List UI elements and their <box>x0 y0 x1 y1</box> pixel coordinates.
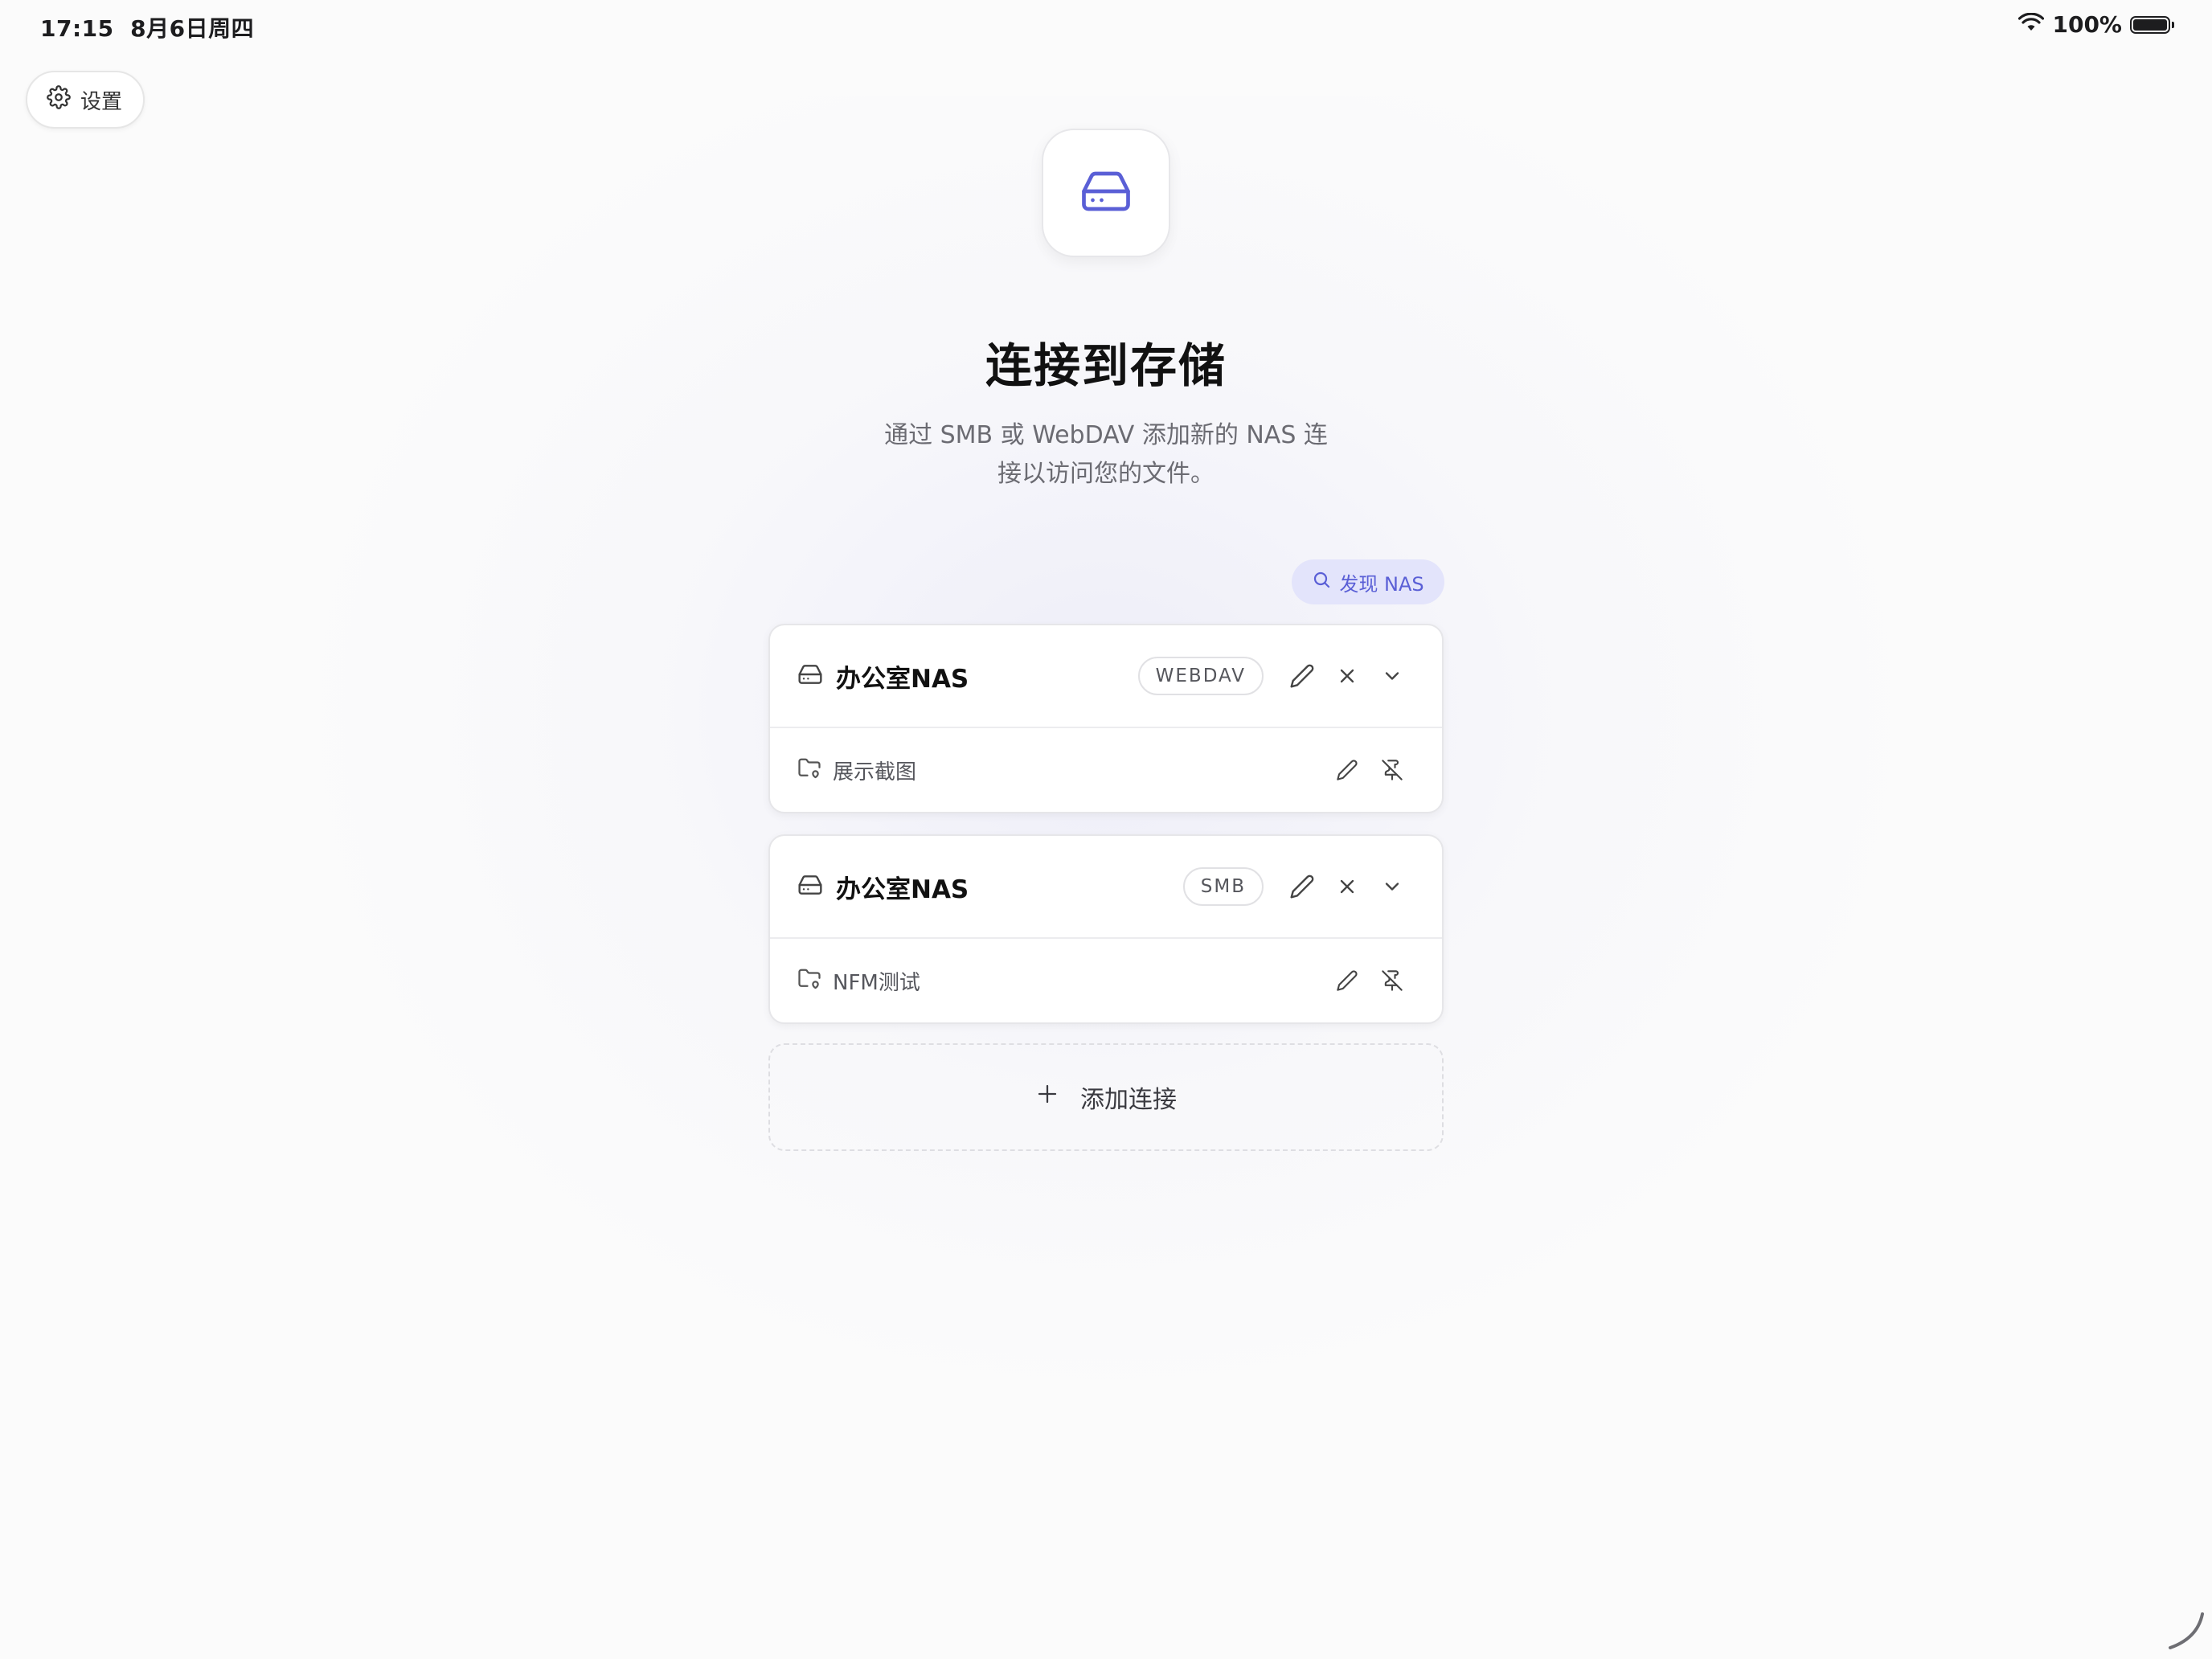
battery-icon <box>2130 15 2174 34</box>
expand-chevron-button[interactable] <box>1370 864 1415 909</box>
add-connection-label: 添加连接 <box>1080 1086 1177 1114</box>
hero-drive-tile <box>1042 129 1170 257</box>
battery-percent: 100% <box>2052 11 2122 38</box>
connection-header[interactable]: 办公室NAS WEBDAV <box>770 625 1442 728</box>
status-indicators: 100% <box>2018 11 2174 38</box>
folder-row[interactable]: 展示截图 <box>770 728 1442 812</box>
status-bar: 17:15 8月6日周四 100% <box>0 0 2212 51</box>
edit-connection-button[interactable] <box>1280 653 1325 698</box>
drive-icon <box>1079 165 1133 221</box>
edit-folder-button[interactable] <box>1325 958 1370 1003</box>
connection-header[interactable]: 办公室NAS SMB <box>770 836 1442 939</box>
page-title: 连接到存储 <box>985 338 1227 393</box>
remove-connection-button[interactable] <box>1325 864 1370 909</box>
folder-name: NFM测试 <box>833 970 920 995</box>
unpin-icon[interactable] <box>1370 958 1415 1003</box>
gear-icon <box>47 84 71 115</box>
plus-icon <box>1035 1082 1059 1112</box>
connection-card: 办公室NAS SMB NFM测试 <box>768 834 1444 1024</box>
protocol-badge: WEBDAV <box>1137 657 1264 695</box>
folder-name: 展示截图 <box>833 760 917 784</box>
page-subtitle: 通过 SMB 或 WebDAV 添加新的 NAS 连接以访问您的文件。 <box>884 421 1328 488</box>
settings-label: 设置 <box>80 89 123 114</box>
wifi-icon <box>2018 11 2045 38</box>
connection-name: 办公室NAS <box>836 875 969 904</box>
folder-row[interactable]: NFM测试 <box>770 939 1442 1022</box>
drive-icon <box>797 872 823 901</box>
remove-connection-button[interactable] <box>1325 653 1370 698</box>
edit-connection-button[interactable] <box>1280 864 1325 909</box>
protocol-badge: SMB <box>1182 867 1264 906</box>
edit-folder-button[interactable] <box>1325 748 1370 793</box>
corner-handle-icon <box>2165 1611 2206 1654</box>
unpin-icon[interactable] <box>1370 748 1415 793</box>
status-date: 8月6日周四 <box>130 15 255 42</box>
connection-card: 办公室NAS WEBDAV 展示截图 <box>768 624 1444 813</box>
connection-name: 办公室NAS <box>836 664 969 694</box>
settings-button[interactable]: 设置 <box>26 71 145 129</box>
discover-nas-label: 发现 NAS <box>1339 572 1424 596</box>
status-time-date: 17:15 8月6日周四 <box>40 11 254 43</box>
drive-icon <box>797 662 823 690</box>
folder-icon <box>797 756 821 784</box>
discover-nas-button[interactable]: 发现 NAS <box>1292 559 1444 604</box>
folder-icon <box>797 967 821 994</box>
add-connection-button[interactable]: 添加连接 <box>768 1043 1444 1151</box>
status-time: 17:15 <box>40 15 114 42</box>
search-icon <box>1312 570 1331 594</box>
expand-chevron-button[interactable] <box>1370 653 1415 698</box>
